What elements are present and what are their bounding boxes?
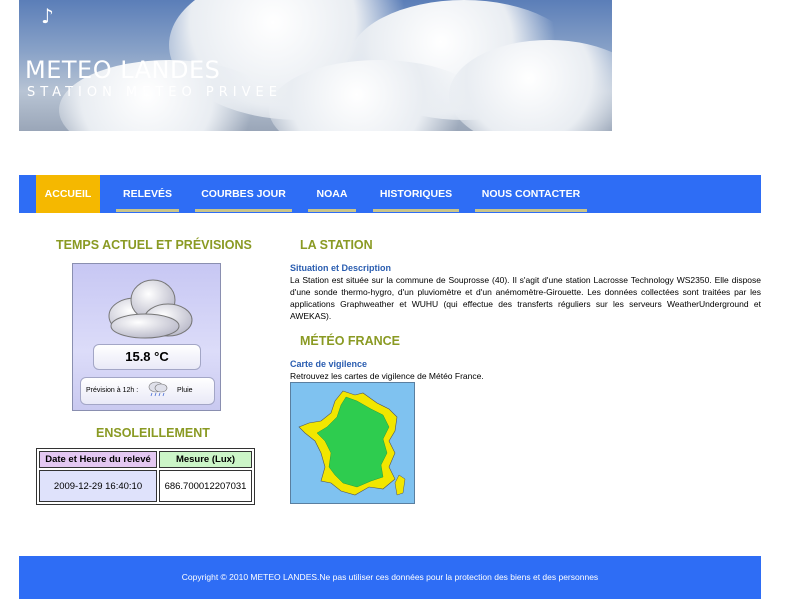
column-header-lux: Mesure (Lux) [159, 451, 252, 468]
station-description: La Station est située sur la commune de … [290, 275, 761, 321]
forecast-label: Prévision à 12h : [86, 387, 139, 394]
france-map-image [298, 390, 406, 496]
cell-lux: 686.700012207031 [159, 470, 252, 502]
cloud-icon [108, 279, 193, 339]
vigilance-map[interactable] [290, 382, 415, 504]
site-title: METEO LANDES [25, 56, 221, 84]
current-weather-widget: 15.8 °C Prévision à 12h : Pluie [72, 263, 221, 411]
site-subtitle: STATION METEO PRIVEE [27, 85, 282, 100]
music-note-icon: ♪ [41, 4, 54, 28]
rain-cloud-icon [148, 381, 168, 397]
cell-date: 2009-12-29 16:40:10 [39, 470, 158, 502]
meteo-france-heading: MÉTÉO FRANCE [300, 334, 400, 348]
nav-item-nous-contacter[interactable]: NOUS CONTACTER [475, 175, 587, 213]
site-banner: ♪ METEO LANDES STATION METEO PRIVEE [19, 0, 612, 131]
nav-item-accueil[interactable]: ACCUEIL [36, 175, 100, 213]
table-header-row: Date et Heure du relevé Mesure (Lux) [39, 451, 252, 468]
weather-heading: TEMPS ACTUEL ET PRÉVISIONS [56, 238, 252, 252]
station-heading: LA STATION [300, 238, 373, 252]
vigilance-link[interactable]: Carte de vigilence [290, 359, 367, 369]
main-nav: ACCUEIL RELEVÉS COURBES JOUR NOAA HISTOR… [19, 175, 761, 213]
temperature-display: 15.8 °C [93, 344, 201, 370]
nav-item-noaa[interactable]: NOAA [308, 175, 356, 213]
nav-item-releves[interactable]: RELEVÉS [116, 175, 179, 213]
nav-item-label: RELEVÉS [122, 188, 172, 200]
forecast-panel: Prévision à 12h : Pluie [80, 377, 215, 405]
nav-item-historiques[interactable]: HISTORIQUES [373, 175, 459, 213]
page-footer: Copyright © 2010 METEO LANDES.Ne pas uti… [19, 556, 761, 599]
station-subheading: Situation et Description [290, 263, 392, 273]
nav-item-label: NOUS CONTACTER [481, 188, 581, 200]
column-header-date: Date et Heure du relevé [39, 451, 158, 468]
nav-item-label: HISTORIQUES [379, 188, 453, 200]
nav-item-label: ACCUEIL [44, 188, 92, 200]
nav-item-courbes-jour[interactable]: COURBES JOUR [195, 175, 292, 213]
forecast-value: Pluie [177, 387, 193, 394]
vigilance-description: Retrouvez les cartes de vigilence de Mét… [290, 371, 484, 381]
nav-item-label: COURBES JOUR [201, 188, 286, 200]
copyright-text: Copyright © 2010 METEO LANDES.Ne pas uti… [181, 572, 599, 582]
sunshine-table: Date et Heure du relevé Mesure (Lux) 200… [36, 448, 255, 505]
sunshine-heading: ENSOLEILLEMENT [96, 426, 210, 440]
nav-item-label: NOAA [316, 188, 348, 200]
table-row: 2009-12-29 16:40:10 686.700012207031 [39, 470, 252, 502]
